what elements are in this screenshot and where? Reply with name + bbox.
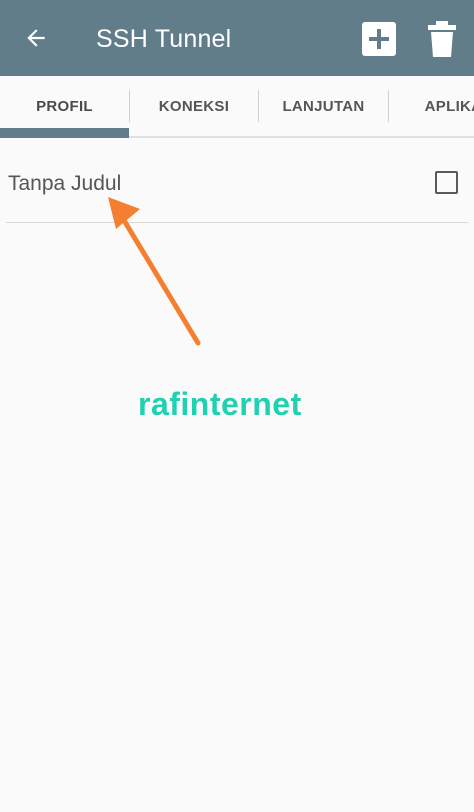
profile-name: Tanpa Judul [8, 172, 122, 195]
add-box-icon [362, 22, 396, 56]
app-bar: SSH Tunnel [0, 0, 474, 76]
add-profile-button[interactable] [362, 22, 396, 56]
profile-list-item[interactable]: Tanpa Judul [6, 144, 468, 223]
profile-checkbox[interactable] [435, 171, 458, 194]
tab-lanjutan[interactable]: LANJUTAN [259, 76, 388, 136]
tab-aplikasi[interactable]: APLIKA [389, 76, 474, 136]
watermark-text: rafinternet [138, 386, 302, 422]
arrow-back-icon [27, 29, 45, 47]
annotation-arrow [108, 197, 201, 346]
page-title: SSH Tunnel [96, 25, 232, 53]
tab-profil[interactable]: PROFIL [0, 76, 129, 136]
back-button[interactable] [16, 18, 56, 58]
tab-koneksi[interactable]: KONEKSI [130, 76, 258, 136]
trash-icon [428, 21, 456, 57]
delete-profile-button[interactable] [426, 21, 458, 57]
active-tab-indicator [0, 128, 129, 138]
